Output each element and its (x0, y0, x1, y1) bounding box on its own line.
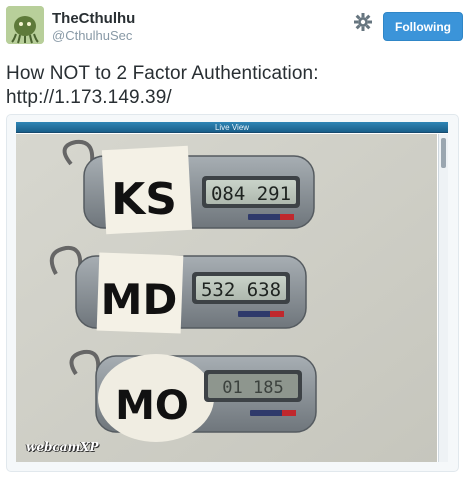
tweet-text-line1: How NOT to 2 Factor Authentication: (6, 63, 319, 84)
user-names: TheCthulhu @CthulhuSec (52, 10, 135, 44)
tokens-photo: KS 084 291 MD 532 638 MO 01 185 (16, 134, 437, 462)
token-mo: MO 01 185 (69, 349, 317, 442)
gear-icon[interactable] (351, 10, 375, 34)
token-mo-code: 01 185 (222, 378, 283, 398)
following-button[interactable]: Following (383, 12, 463, 41)
tweet-header: TheCthulhu @CthulhuSec Following (6, 6, 463, 50)
window-scrollbar[interactable] (438, 134, 448, 462)
token-md-label: MD (101, 275, 178, 324)
display-name[interactable]: TheCthulhu (52, 10, 135, 28)
scrollbar-thumb[interactable] (441, 138, 446, 168)
token-ks: KS 084 291 (62, 139, 315, 235)
window-titlebar: Live View (16, 122, 448, 133)
webcamxp-watermark: webcamXP (26, 438, 98, 456)
webcam-photo: KS 084 291 MD 532 638 MO 01 185 webcamXP (16, 134, 437, 462)
tweet-link[interactable]: http://1.173.149.39/ (6, 86, 456, 110)
window-title: Live View (214, 123, 250, 132)
avatar-image (6, 6, 44, 44)
watermark-text: webcamXP (26, 440, 99, 454)
token-ks-label: KS (111, 174, 177, 225)
tweet-text: How NOT to 2 Factor Authentication: http… (6, 62, 456, 110)
token-mo-label: MO (115, 383, 189, 429)
token-md-code: 532 638 (201, 279, 281, 301)
token-md: MD 532 638 (49, 245, 307, 334)
token-ks-code: 084 291 (211, 183, 291, 205)
webcam-window: Live View KS 084 291 MD 532 638 MO 01 18… (16, 122, 448, 462)
user-handle[interactable]: @CthulhuSec (52, 28, 135, 44)
tweet-media[interactable]: Live View KS 084 291 MD 532 638 MO 01 18… (6, 114, 459, 472)
avatar[interactable] (6, 6, 44, 44)
